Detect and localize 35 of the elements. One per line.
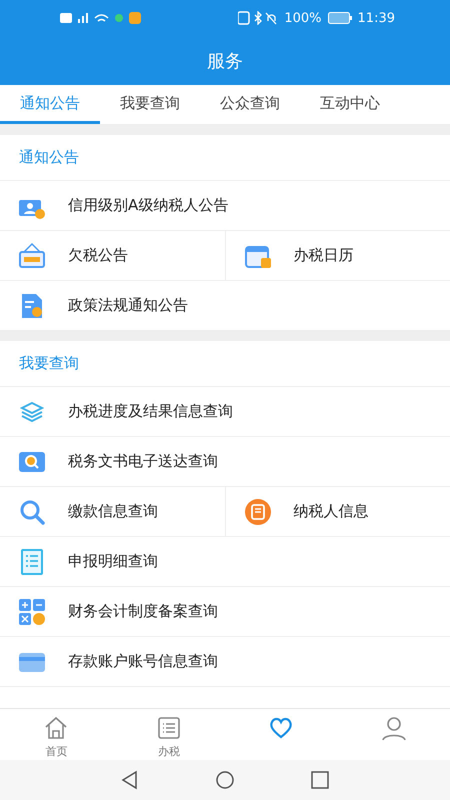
status-time: 11:39: [358, 10, 395, 26]
nav-item[interactable]: 首页: [0, 709, 112, 760]
back-icon[interactable]: [120, 770, 140, 790]
menu-item[interactable]: 税务文书电子送达查询: [68, 452, 218, 471]
search-icon: [18, 498, 46, 526]
menu-item[interactable]: 办税进度及结果信息查询: [68, 402, 233, 421]
tab[interactable]: 公众查询: [200, 85, 300, 124]
recents-icon[interactable]: [310, 770, 330, 790]
battery-percent: 100%: [284, 10, 322, 26]
menu-item[interactable]: 财务会计制度备案查询: [68, 602, 218, 621]
sign-board-icon: [18, 242, 46, 270]
app-icon: [129, 12, 141, 24]
document-icon: [244, 498, 272, 526]
app-dot-icon: [115, 14, 123, 22]
menu-item[interactable]: 政策法规通知公告: [68, 296, 188, 315]
home-button-icon[interactable]: [215, 770, 235, 790]
battery-icon: [328, 12, 352, 24]
tab[interactable]: 我要查询: [100, 85, 200, 124]
calculator-icon: [18, 598, 46, 626]
menu-item[interactable]: 纳税人信息: [294, 502, 368, 521]
menu-item[interactable]: 缴款信息查询: [68, 502, 158, 521]
menu-item[interactable]: 信用级别A级纳税人公告: [68, 196, 228, 215]
section-heading: 我要查询: [0, 341, 450, 387]
list-document-icon: [18, 548, 46, 576]
menu-item[interactable]: 存款账户账号信息查询: [68, 652, 218, 671]
menu-item[interactable]: 申报明细查询: [68, 552, 158, 571]
menu-item[interactable]: 办税日历: [294, 246, 354, 265]
tab[interactable]: 互动中心: [300, 85, 400, 124]
menu-item[interactable]: 欠税公告: [68, 246, 128, 265]
signal-icon: [78, 13, 88, 23]
page-title: 服务: [206, 50, 244, 74]
nav-item[interactable]: 办税: [112, 709, 225, 760]
wifi-icon: [94, 14, 109, 22]
section-heading: 通知公告: [0, 135, 450, 181]
nfc-bluetooth-icon: [238, 11, 278, 25]
